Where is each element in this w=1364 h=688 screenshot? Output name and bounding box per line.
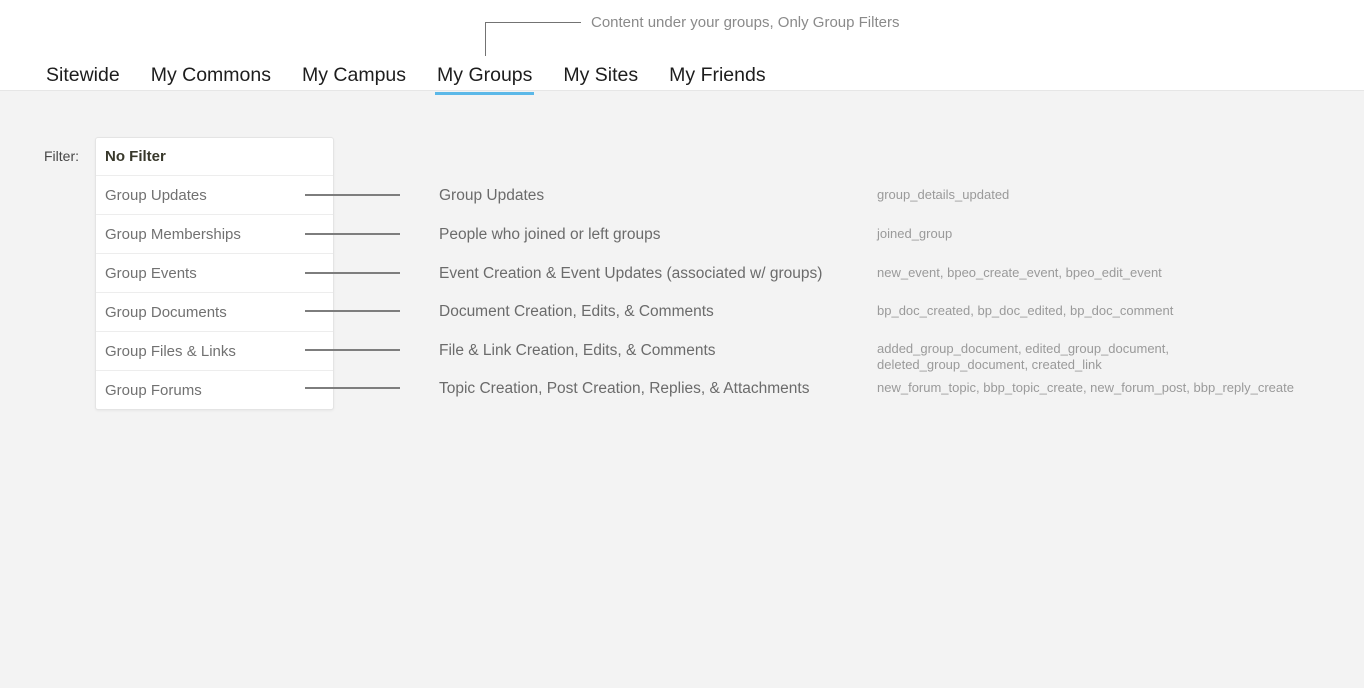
callout-line-vertical xyxy=(485,22,486,56)
filter-dropdown-list[interactable]: No Filter Group Updates Group Memberships G… xyxy=(95,137,334,410)
nav-tab-sitewide[interactable]: Sitewide xyxy=(46,62,120,95)
filter-option-group-forums[interactable]: Group Forums xyxy=(96,370,333,409)
nav-tab-my-commons[interactable]: My Commons xyxy=(151,62,271,95)
filter-option-group-updates[interactable]: Group Updates xyxy=(96,175,333,214)
callout-line-horizontal xyxy=(485,22,581,23)
activity-codes-group-memberships: joined_group xyxy=(877,226,953,241)
connector-line-group-forums xyxy=(305,387,400,389)
activity-codes-group-updates: group_details_updated xyxy=(877,187,1010,202)
connector-line-group-updates xyxy=(305,194,400,196)
main-nav-tabs: Sitewide My Commons My Campus My Groups My S… xyxy=(46,62,766,95)
filter-option-group-memberships[interactable]: Group Memberships xyxy=(96,214,333,253)
filter-option-group-files-links[interactable]: Group Files & Links xyxy=(96,331,333,370)
nav-tab-my-groups[interactable]: My Groups xyxy=(435,62,535,95)
connector-line-group-events xyxy=(305,272,400,274)
description-group-documents: Document Creation, Edits, & Comments xyxy=(439,303,714,320)
nav-tab-my-friends[interactable]: My Friends xyxy=(669,62,765,95)
activity-codes-group-forums: new_forum_topic, bbp_topic_create, new_f… xyxy=(877,380,1294,395)
filter-option-group-documents[interactable]: Group Documents xyxy=(96,292,333,331)
description-group-files-links: File & Link Creation, Edits, & Comments xyxy=(439,342,716,359)
description-group-events: Event Creation & Event Updates (associat… xyxy=(439,265,823,282)
activity-codes-group-documents: bp_doc_created, bp_doc_edited, bp_doc_co… xyxy=(877,303,1174,318)
description-group-forums: Topic Creation, Post Creation, Replies, … xyxy=(439,380,810,397)
activity-codes-group-files-links: added_group_document, edited_group_docum… xyxy=(877,341,1170,372)
connector-line-group-documents xyxy=(305,310,400,312)
activity-codes-group-events: new_event, bpeo_create_event, bpeo_edit_… xyxy=(877,265,1162,280)
filter-option-selected[interactable]: No Filter xyxy=(96,138,333,175)
connector-line-group-memberships xyxy=(305,233,400,235)
filter-option-group-events[interactable]: Group Events xyxy=(96,253,333,292)
connector-line-group-files-links xyxy=(305,349,400,351)
description-group-updates: Group Updates xyxy=(439,187,545,204)
nav-tab-my-sites[interactable]: My Sites xyxy=(563,62,638,95)
filter-label: Filter: xyxy=(44,148,79,164)
callout-note-text: Content under your groups, Only Group Fi… xyxy=(591,14,900,31)
nav-tab-my-campus[interactable]: My Campus xyxy=(302,62,406,95)
description-group-memberships: People who joined or left groups xyxy=(439,226,661,243)
